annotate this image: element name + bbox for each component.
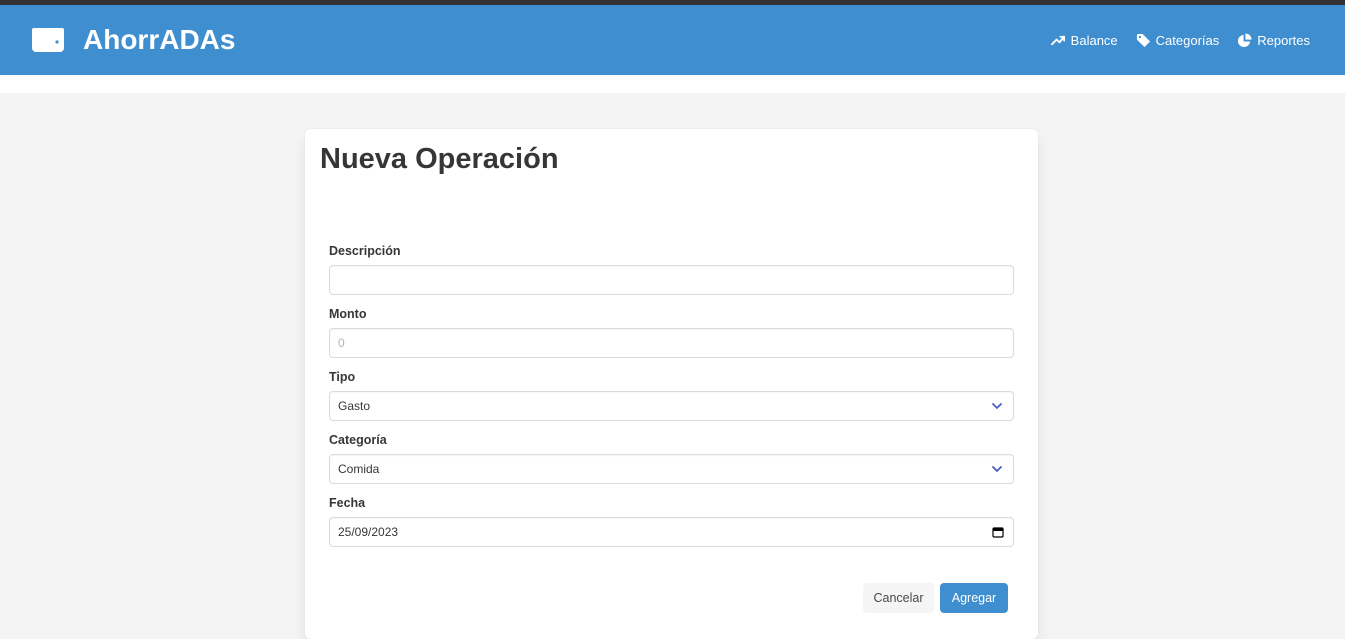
wallet-icon bbox=[32, 28, 64, 52]
chevron-down-icon bbox=[992, 466, 1002, 472]
nav-item-categorias[interactable]: Categorías bbox=[1136, 32, 1220, 48]
tipo-label: Tipo bbox=[329, 370, 356, 384]
tag-icon bbox=[1136, 33, 1150, 47]
categoria-label: Categoría bbox=[329, 433, 387, 447]
new-operation-card: Nueva Operación Descripción Monto 0 Tipo… bbox=[305, 129, 1038, 639]
nav-item-label: Categorías bbox=[1155, 32, 1220, 48]
nav-item-label: Reportes bbox=[1257, 32, 1310, 48]
monto-label: Monto bbox=[329, 307, 367, 321]
nav-links: Balance Categorías Reportes bbox=[1033, 5, 1310, 75]
monto-placeholder: 0 bbox=[338, 336, 345, 350]
header-spacer bbox=[0, 75, 1345, 93]
nav-item-label: Balance bbox=[1070, 32, 1118, 48]
categoria-selected-value: Comida bbox=[338, 462, 380, 476]
brand-title: AhorrADAs bbox=[83, 24, 236, 55]
brand[interactable]: AhorrADAs bbox=[32, 5, 235, 75]
trending-up-icon bbox=[1050, 35, 1065, 45]
page-title: Nueva Operación bbox=[320, 143, 559, 175]
monto-input[interactable]: 0 bbox=[329, 328, 1014, 358]
nav-item-balance[interactable]: Balance bbox=[1050, 32, 1118, 48]
navbar: AhorrADAs Balance Categorías Reportes bbox=[0, 5, 1345, 75]
fecha-input[interactable]: 25/09/2023 bbox=[329, 517, 1014, 547]
categoria-select[interactable]: Comida bbox=[329, 454, 1014, 484]
tipo-select[interactable]: Gasto bbox=[329, 391, 1014, 421]
nav-item-reportes[interactable]: Reportes bbox=[1237, 33, 1310, 48]
fecha-value: 25/09/2023 bbox=[338, 525, 399, 539]
fecha-label: Fecha bbox=[329, 496, 366, 510]
descripcion-label: Descripción bbox=[329, 244, 401, 258]
add-button[interactable]: Agregar bbox=[940, 583, 1008, 613]
tipo-selected-value: Gasto bbox=[338, 399, 371, 413]
chevron-down-icon bbox=[992, 403, 1002, 409]
cancel-button[interactable]: Cancelar bbox=[863, 583, 934, 613]
descripcion-input[interactable] bbox=[329, 265, 1014, 295]
calendar-icon[interactable] bbox=[992, 526, 1004, 538]
pie-chart-icon bbox=[1238, 32, 1252, 47]
